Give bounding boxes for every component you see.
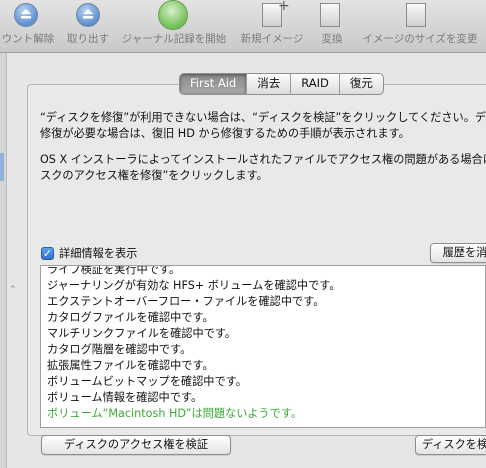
toolbar-new-image[interactable]: + 新規イメージ (236, 0, 308, 52)
show-details-row: ✓ 詳細情報を表示 (41, 245, 137, 261)
eject-icon (76, 3, 104, 29)
toolbar-journaling[interactable]: ジャーナル記録を開始 (116, 0, 232, 52)
log-line: カタログファイルを確認中です。 (47, 311, 214, 324)
toolbar-convert[interactable]: 変換 (314, 0, 350, 52)
clear-history-button[interactable]: 履歴を消 (430, 243, 486, 263)
toolbar-convert-label: 変換 (321, 33, 343, 45)
toolbar-eject[interactable]: 取り出す (60, 0, 116, 52)
toolbar-resize-image[interactable]: イメージのサイズを変更 (354, 0, 486, 52)
unmount-icon (14, 3, 42, 29)
log-line: エクステントオーバーフロー・ファイルを確認中です。 (47, 295, 325, 308)
show-details-label: 詳細情報を表示 (59, 247, 138, 260)
log-result-line: ボリューム“Macintosh HD”は問題ないようです。 (47, 407, 303, 420)
sidebar-edge (0, 53, 7, 468)
log-line: マルチリンクファイルを確認中です。 (47, 327, 237, 340)
log-line: ボリューム情報を確認中です。 (47, 391, 203, 404)
log-line: ライフ検証を実行中です。 (47, 265, 181, 276)
convert-icon (320, 3, 348, 29)
log-line: 拡張属性ファイルを確認中です。 (47, 359, 214, 372)
new-image-icon: + (262, 0, 290, 29)
description-line-3: OS X インストーラによってインストールされたファイルでアクセス権の問題がある… (40, 153, 486, 166)
verify-permissions-button[interactable]: ディスクのアクセス権を検証 (41, 435, 231, 455)
tab-first-aid[interactable]: First Aid (180, 74, 248, 94)
sidebar-selection-marker (0, 153, 4, 181)
sidebar-resize-handle[interactable]: ⌃ (9, 285, 17, 295)
resize-image-icon (406, 3, 434, 29)
log-line: ボリュームビットマップを確認中です。 (47, 375, 247, 388)
toolbar-unmount-label: ウント解除 (1, 33, 55, 45)
log-line: ジャーナリングが有効な HFS+ ボリュームを確認中です。 (47, 279, 341, 292)
tab-bar: First Aid 消去 RAID 復元 (179, 73, 384, 95)
description-line-2: 修復が必要な場合は、復旧 HD から修復するための手順が表示されます。 (40, 127, 410, 140)
tab-raid[interactable]: RAID (291, 74, 340, 94)
toolbar-new-image-label: 新規イメージ (240, 33, 304, 45)
log-line: カタログ階層を確認中です。 (47, 343, 192, 356)
tab-erase[interactable]: 消去 (247, 74, 292, 94)
verify-disk-button[interactable]: ディスクを検 (415, 435, 486, 455)
tab-restore[interactable]: 復元 (340, 74, 383, 94)
show-details-checkbox[interactable]: ✓ (41, 246, 54, 260)
toolbar: ウント解除 取り出す ジャーナル記録を開始 + 新規イメージ 変換 イメージのサ… (0, 0, 486, 53)
description-line-4: スクのアクセス権を修復”をクリックします。 (40, 169, 268, 182)
description-line-1: “ディスクを修復”が利用できない場合は、“ディスクを検証”をクリックしてください… (40, 111, 486, 124)
toolbar-unmount[interactable]: ウント解除 (0, 0, 56, 52)
journaling-icon (158, 0, 188, 30)
toolbar-resize-image-label: イメージのサイズを変更 (362, 33, 478, 45)
toolbar-journaling-label: ジャーナル記録を開始 (121, 33, 227, 45)
log-view[interactable]: ライフ検証を実行中です。 ジャーナリングが有効な HFS+ ボリュームを確認中で… (40, 265, 486, 428)
toolbar-eject-label: 取り出す (67, 33, 109, 45)
